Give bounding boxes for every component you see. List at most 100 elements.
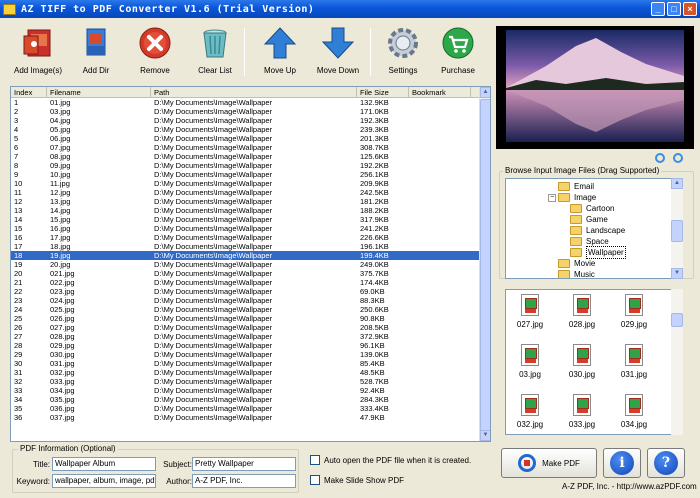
table-row[interactable]: 1 01.jpg D:\My Documents\Image\Wallpaper 13… [11,98,481,107]
table-cell: D:\My Documents\Image\Wallpaper [154,161,273,170]
collapse-icon[interactable]: − [548,193,556,202]
info-button[interactable]: i [603,448,641,478]
table-row[interactable]: 12 13.jpg D:\My Documents\Image\Wallpaper 1… [11,197,481,206]
table-row[interactable]: 7 08.jpg D:\My Documents\Image\Wallpaper 12… [11,152,481,161]
thumbnail-item[interactable]: 03.jpg [510,344,550,384]
table-cell: 19 [14,260,23,269]
table-row[interactable]: 23 024.jpg D:\My Documents\Image\Wallpaper… [11,296,481,305]
thumbnail-item[interactable]: 033.jpg [562,394,602,434]
table-row[interactable]: 22 023.jpg D:\My Documents\Image\Wallpaper… [11,287,481,296]
thumbnail-scroll-thumb[interactable] [671,313,683,327]
tree-item[interactable]: Music [558,269,595,278]
table-row[interactable]: 24 025.jpg D:\My Documents\Image\Wallpaper… [11,305,481,314]
table-row[interactable]: 28 029.jpg D:\My Documents\Image\Wallpaper… [11,341,481,350]
add-images-button[interactable]: Add Image(s) [14,22,62,80]
table-row[interactable]: 26 027.jpg D:\My Documents\Image\Wallpaper… [11,323,481,332]
table-row[interactable]: 11 12.jpg D:\My Documents\Image\Wallpaper 2… [11,188,481,197]
auto-open-checkbox[interactable] [310,455,320,465]
author-field[interactable]: A-Z PDF, Inc. [192,474,296,488]
table-row[interactable]: 30 031.jpg D:\My Documents\Image\Wallpaper… [11,359,481,368]
tree-item[interactable]: Wallpaper [570,246,626,259]
footer-link[interactable]: A-Z PDF, Inc. - http://www.azPDF.com [562,482,697,491]
table-row[interactable]: 34 035.jpg D:\My Documents\Image\Wallpaper… [11,395,481,404]
table-row[interactable]: 15 16.jpg D:\My Documents\Image\Wallpaper 2… [11,224,481,233]
table-row[interactable]: 36 037.jpg D:\My Documents\Image\Wallpaper… [11,413,481,422]
tree-scroll-thumb[interactable] [671,220,683,242]
subject-field[interactable]: Pretty Wallpaper [192,457,296,471]
table-cell: 48.5KB [360,368,385,377]
scroll-down-arrow[interactable]: ▼ [480,430,490,441]
tree-item[interactable]: Game [570,214,608,225]
settings-button[interactable]: Settings [384,22,422,80]
title-bar[interactable]: AZ TIFF to PDF Converter V1.6 (Trial Ver… [0,0,700,18]
table-row[interactable]: 14 15.jpg D:\My Documents\Image\Wallpaper 3… [11,215,481,224]
tree-scrollbar[interactable]: ▲ ▼ [671,178,683,279]
table-row[interactable]: 31 032.jpg D:\My Documents\Image\Wallpaper… [11,368,481,377]
column-header-bookmark[interactable]: Bookmark [409,87,471,98]
minimize-button[interactable]: _ [651,2,665,16]
table-row[interactable]: 17 18.jpg D:\My Documents\Image\Wallpaper 1… [11,242,481,251]
scroll-thumb[interactable] [480,99,490,431]
zoom-in-icon[interactable] [655,153,665,163]
tree-item[interactable]: Movie [558,258,595,269]
tree-item[interactable]: − Image [548,192,596,203]
table-row[interactable]: 16 17.jpg D:\My Documents\Image\Wallpaper 2… [11,233,481,242]
thumbnail-item[interactable]: 028.jpg [562,294,602,334]
table-row[interactable]: 2 03.jpg D:\My Documents\Image\Wallpaper 17… [11,107,481,116]
purchase-button[interactable]: Purchase [438,22,478,80]
table-row[interactable]: 33 034.jpg D:\My Documents\Image\Wallpaper… [11,386,481,395]
thumbnail-item[interactable]: 034.jpg [614,394,654,434]
thumbnail-item[interactable]: 032.jpg [510,394,550,434]
table-row[interactable]: 20 021.jpg D:\My Documents\Image\Wallpaper… [11,269,481,278]
tree-scroll-down[interactable]: ▼ [671,268,683,279]
help-button[interactable]: ? [647,448,685,478]
table-row[interactable]: 9 10.jpg D:\My Documents\Image\Wallpaper 25… [11,170,481,179]
thumbnail-item[interactable]: 027.jpg [510,294,550,334]
table-row[interactable]: 18 19.jpg D:\My Documents\Image\Wallpaper 1… [11,251,481,260]
table-row[interactable]: 19 20.jpg D:\My Documents\Image\Wallpaper 2… [11,260,481,269]
table-row[interactable]: 29 030.jpg D:\My Documents\Image\Wallpaper… [11,350,481,359]
move-down-button[interactable]: Move Down [315,22,361,80]
scroll-up-arrow[interactable]: ▲ [480,87,490,98]
table-row[interactable]: 5 06.jpg D:\My Documents\Image\Wallpaper 20… [11,134,481,143]
remove-button[interactable]: Remove [136,22,174,80]
table-row[interactable]: 13 14.jpg D:\My Documents\Image\Wallpaper 1… [11,206,481,215]
make-pdf-button[interactable]: Make PDF [501,448,597,478]
clear-list-button[interactable]: Clear List [195,22,235,80]
folder-tree[interactable]: Email − Image Cartoon Game Landscape Space Wall… [505,178,683,279]
thumbnail-grid[interactable]: 027.jpg 028.jpg 029.jpg 03.jpg 030.jpg 031.jp… [505,289,683,435]
thumbnail-item[interactable]: 029.jpg [614,294,654,334]
table-cell: 21 [14,278,23,287]
thumbnail-item[interactable]: 031.jpg [614,344,654,384]
table-row[interactable]: 32 033.jpg D:\My Documents\Image\Wallpaper… [11,377,481,386]
table-row[interactable]: 10 11.jpg D:\My Documents\Image\Wallpaper 2… [11,179,481,188]
column-header-index[interactable]: Index [11,87,47,98]
table-row[interactable]: 3 04.jpg D:\My Documents\Image\Wallpaper 19… [11,116,481,125]
table-row[interactable]: 6 07.jpg D:\My Documents\Image\Wallpaper 30… [11,143,481,152]
table-row[interactable]: 8 09.jpg D:\My Documents\Image\Wallpaper 19… [11,161,481,170]
tree-scroll-up[interactable]: ▲ [671,178,683,189]
zoom-out-icon[interactable] [673,153,683,163]
column-header-filename[interactable]: Filename [47,87,151,98]
title-field[interactable]: Wallpaper Album [52,457,156,471]
thumbnail-item[interactable]: 030.jpg [562,344,602,384]
table-row[interactable]: 25 026.jpg D:\My Documents\Image\Wallpaper… [11,314,481,323]
thumbnail-scrollbar[interactable] [671,289,683,435]
tree-item[interactable]: Landscape [570,225,625,236]
slide-show-checkbox[interactable] [310,475,320,485]
column-header-path[interactable]: Path [151,87,357,98]
table-row[interactable]: 4 05.jpg D:\My Documents\Image\Wallpaper 23… [11,125,481,134]
table-row[interactable]: 27 028.jpg D:\My Documents\Image\Wallpaper… [11,332,481,341]
maximize-button[interactable]: □ [667,2,681,16]
file-list[interactable]: Index Filename Path File Size Bookmark 1… [10,86,491,442]
table-row[interactable]: 35 036.jpg D:\My Documents\Image\Wallpaper… [11,404,481,413]
table-row[interactable]: 21 022.jpg D:\My Documents\Image\Wallpaper… [11,278,481,287]
add-dir-button[interactable]: Add Dir [78,22,114,80]
close-button[interactable]: × [683,2,697,16]
move-up-button[interactable]: Move Up [260,22,300,80]
tree-item[interactable]: Cartoon [570,203,614,214]
keyword-field[interactable]: wallpaper, album, image, pdf [52,474,156,488]
column-header-file-size[interactable]: File Size [357,87,409,98]
list-scrollbar[interactable]: ▲ ▼ [479,87,490,441]
tree-item[interactable]: Email [558,181,594,192]
